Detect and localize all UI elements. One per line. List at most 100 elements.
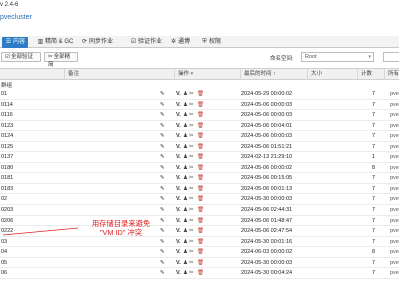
edit-icon[interactable]: ✎: [160, 131, 165, 141]
verify-icon[interactable]: V.: [176, 205, 181, 215]
table-row[interactable]: 0180 ✎ V.♟✂🗑 2024-05-06 00:00:02 8 pvec: [0, 163, 399, 174]
verify-icon[interactable]: V.: [176, 163, 181, 173]
verify-all-button[interactable]: ☑全部验证: [1, 52, 41, 62]
prune-icon[interactable]: ✂: [189, 216, 194, 226]
verify-icon[interactable]: V.: [176, 131, 181, 141]
owner-icon[interactable]: ♟: [183, 194, 188, 204]
breadcrumb-cluster[interactable]: pvecluster: [0, 14, 32, 24]
table-row[interactable]: 01 ✎ V.♟✂🗑 2024-05-29 00:00:02 7 pvec: [0, 89, 399, 100]
delete-icon[interactable]: 🗑: [197, 268, 204, 278]
tab-sync-jobs[interactable]: ⟳ 同步作业: [78, 37, 116, 48]
search-field[interactable]: [383, 52, 399, 62]
table-row[interactable]: 03 ✎ V.♟✂🗑 2024-05-30 00:01:16 7 pvec: [0, 237, 399, 248]
verify-icon[interactable]: V.: [176, 247, 181, 257]
owner-icon[interactable]: ♟: [183, 142, 188, 152]
prune-all-button[interactable]: ✂全部精简: [44, 52, 78, 68]
delete-icon[interactable]: 🗑: [197, 110, 204, 120]
edit-icon[interactable]: ✎: [160, 268, 165, 278]
column-note[interactable]: 备注: [64, 69, 174, 80]
prune-icon[interactable]: ✂: [189, 194, 194, 204]
column-size[interactable]: 大小: [307, 69, 357, 80]
tab-notifications[interactable]: ✲ 通博: [167, 37, 193, 48]
owner-icon[interactable]: ♟: [183, 226, 188, 236]
owner-icon[interactable]: ♟: [183, 100, 188, 110]
delete-icon[interactable]: 🗑: [197, 142, 204, 152]
delete-icon[interactable]: 🗑: [197, 258, 204, 268]
table-row[interactable]: 04 ✎ V.♟✂🗑 2024-06-03 00:00:02 8 pvec: [0, 247, 399, 258]
edit-icon[interactable]: ✎: [160, 237, 165, 247]
edit-icon[interactable]: ✎: [160, 173, 165, 183]
verify-icon[interactable]: V.: [176, 194, 181, 204]
owner-icon[interactable]: ♟: [183, 205, 188, 215]
prune-icon[interactable]: ✂: [189, 142, 194, 152]
prune-icon[interactable]: ✂: [189, 247, 194, 257]
tab-permissions[interactable]: ⛨ 权限: [198, 37, 224, 48]
owner-icon[interactable]: ♟: [183, 184, 188, 194]
delete-icon[interactable]: 🗑: [197, 184, 204, 194]
edit-icon[interactable]: ✎: [160, 184, 165, 194]
owner-icon[interactable]: ♟: [183, 152, 188, 162]
tab-prune-gc[interactable]: ▥ 精简 & GC: [34, 37, 76, 48]
prune-icon[interactable]: ✂: [189, 110, 194, 120]
edit-icon[interactable]: ✎: [160, 121, 165, 131]
prune-icon[interactable]: ✂: [189, 152, 194, 162]
table-row[interactable]: 06 ✎ V.♟✂🗑 2024-05-30 00:04:24 7 pvec: [0, 268, 399, 279]
owner-icon[interactable]: ♟: [183, 110, 188, 120]
delete-icon[interactable]: 🗑: [197, 121, 204, 131]
table-row[interactable]: 0181 ✎ V.♟✂🗑 2024-05-06 00:15:05 7 pvec: [0, 173, 399, 184]
delete-icon[interactable]: 🗑: [197, 152, 204, 162]
prune-icon[interactable]: ✂: [189, 100, 194, 110]
prune-icon[interactable]: ✂: [189, 121, 194, 131]
verify-icon[interactable]: V.: [176, 100, 181, 110]
table-row[interactable]: 0203 ✎ V.♟✂🗑 2024-05-06 02:44:31 7 pvec: [0, 205, 399, 216]
table-row[interactable]: 05 ✎ V.♟✂🗑 2024-05-30 00:00:03 7 pvec: [0, 258, 399, 269]
owner-icon[interactable]: ♟: [183, 216, 188, 226]
table-row[interactable]: 0123 ✎ V.♟✂🗑 2024-05-06 00:04:01 7 pvec: [0, 121, 399, 132]
delete-icon[interactable]: 🗑: [197, 163, 204, 173]
prune-icon[interactable]: ✂: [189, 226, 194, 236]
table-row[interactable]: 0137 ✎ V.♟✂🗑 2024-02-13 21:29:10 1 pvec: [0, 152, 399, 163]
verify-icon[interactable]: V.: [176, 152, 181, 162]
owner-icon[interactable]: ♟: [183, 89, 188, 99]
edit-icon[interactable]: ✎: [160, 110, 165, 120]
table-row[interactable]: 0183 ✎ V.♟✂🗑 2024-05-06 00:01:13 7 pvec: [0, 184, 399, 195]
table-row[interactable]: 0125 ✎ V.♟✂🗑 2024-05-06 01:51:21 7 pvec: [0, 142, 399, 153]
delete-icon[interactable]: 🗑: [197, 226, 204, 236]
prune-icon[interactable]: ✂: [189, 163, 194, 173]
verify-icon[interactable]: V.: [176, 173, 181, 183]
table-row[interactable]: 0124 ✎ V.♟✂🗑 2024-05-06 00:00:03 7 pvec: [0, 131, 399, 142]
verify-icon[interactable]: V.: [176, 184, 181, 194]
edit-icon[interactable]: ✎: [160, 163, 165, 173]
edit-icon[interactable]: ✎: [160, 258, 165, 268]
verify-icon[interactable]: V.: [176, 268, 181, 278]
verify-icon[interactable]: V.: [176, 110, 181, 120]
owner-icon[interactable]: ♟: [183, 131, 188, 141]
delete-icon[interactable]: 🗑: [197, 216, 204, 226]
table-row[interactable]: 0116 ✎ V.♟✂🗑 2024-05-06 00:00:03 7 pvec: [0, 110, 399, 121]
edit-icon[interactable]: ✎: [160, 100, 165, 110]
delete-icon[interactable]: 🗑: [197, 89, 204, 99]
prune-icon[interactable]: ✂: [189, 237, 194, 247]
verify-icon[interactable]: V.: [176, 237, 181, 247]
table-row[interactable]: 0206✎V.♟✂🗑2024-05-06 01:48:477pvec: [0, 216, 399, 227]
verify-icon[interactable]: V.: [176, 226, 181, 236]
owner-icon[interactable]: ♟: [183, 258, 188, 268]
edit-icon[interactable]: ✎: [160, 152, 165, 162]
table-row[interactable]: 02 ✎ V.♟✂🗑 2024-05-30 00:00:03 7 pvec: [0, 194, 399, 206]
owner-icon[interactable]: ♟: [183, 163, 188, 173]
column-owner[interactable]: 所有: [384, 69, 399, 80]
prune-icon[interactable]: ✂: [189, 205, 194, 215]
column-actions[interactable]: 操作 ▾: [174, 69, 240, 80]
prune-icon[interactable]: ✂: [189, 89, 194, 99]
verify-icon[interactable]: V.: [176, 89, 181, 99]
delete-icon[interactable]: 🗑: [197, 237, 204, 247]
delete-icon[interactable]: 🗑: [197, 131, 204, 141]
verify-icon[interactable]: V.: [176, 121, 181, 131]
prune-icon[interactable]: ✂: [189, 173, 194, 183]
delete-icon[interactable]: 🗑: [197, 247, 204, 257]
tab-content[interactable]: ☰ 内容: [2, 37, 29, 48]
verify-icon[interactable]: V.: [176, 216, 181, 226]
column-last-backup[interactable]: 最后的时间 ↑: [240, 69, 307, 80]
namespace-select[interactable]: Root ▾: [301, 52, 374, 62]
owner-icon[interactable]: ♟: [183, 268, 188, 278]
